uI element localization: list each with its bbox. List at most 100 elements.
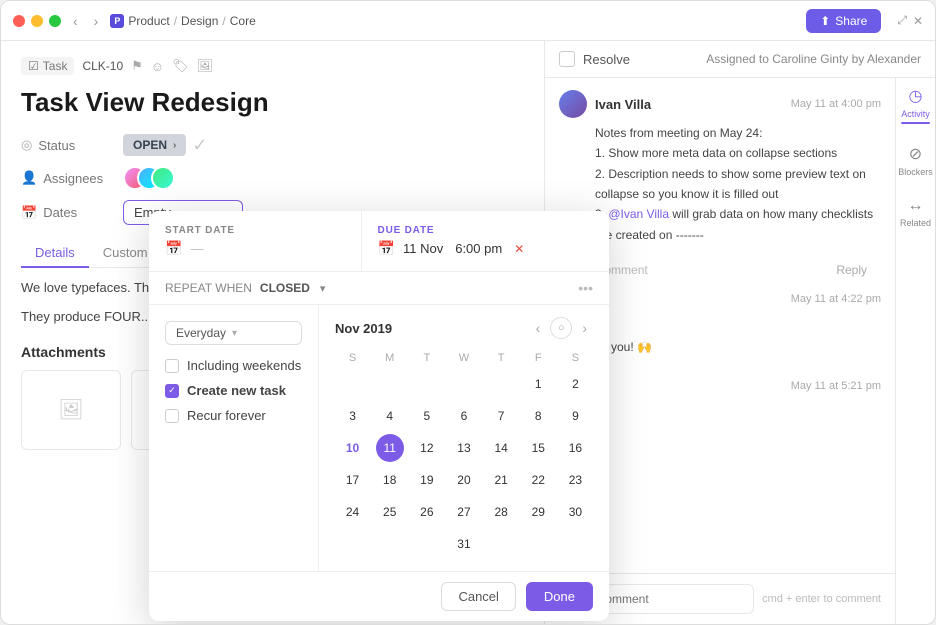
cal-grid-header: S M T W T F S xyxy=(335,349,593,369)
cal-due-value: 📅 11 Nov 6:00 pm ✕ xyxy=(378,240,593,257)
cal-day-31[interactable]: 31 xyxy=(450,530,478,558)
cal-day-9[interactable]: 9 xyxy=(561,402,589,430)
breadcrumb-product[interactable]: Product xyxy=(128,14,169,28)
cal-day-empty xyxy=(413,370,441,398)
cal-day-21[interactable]: 21 xyxy=(487,466,515,494)
close-button[interactable] xyxy=(13,15,25,27)
task-tag: ☑ Task xyxy=(21,57,74,75)
expand-button[interactable]: ⤢ xyxy=(897,13,907,28)
cal-day-28[interactable]: 28 xyxy=(487,498,515,526)
status-badge[interactable]: OPEN › xyxy=(123,134,186,156)
cal-day-8[interactable]: 8 xyxy=(524,402,552,430)
cal-day-empty xyxy=(413,530,441,558)
sidebar-toggle-button[interactable]: ✕ xyxy=(913,13,923,28)
cal-day-27[interactable]: 27 xyxy=(450,498,478,526)
cal-day-19[interactable]: 19 xyxy=(413,466,441,494)
repeat-dropdown-icon[interactable]: ▾ xyxy=(320,282,326,295)
flag-icon[interactable]: ⚑ xyxy=(131,58,143,74)
comment-1-avatar xyxy=(559,90,587,118)
reply-button[interactable]: Reply xyxy=(836,263,867,277)
cal-day-13[interactable]: 13 xyxy=(450,434,478,462)
cal-day-23[interactable]: 23 xyxy=(561,466,589,494)
cal-day-empty xyxy=(376,530,404,558)
cal-day-6[interactable]: 6 xyxy=(450,402,478,430)
dates-label: 📅 Dates xyxy=(21,205,111,221)
maximize-button[interactable] xyxy=(49,15,61,27)
cal-body: Everyday ▾ Including weekends ✓ Create n… xyxy=(149,305,609,571)
image-icon[interactable]: 🖼 xyxy=(197,58,214,74)
cal-freq-arrow-icon: ▾ xyxy=(232,328,237,339)
cal-day-empty xyxy=(524,530,552,558)
comment-1-intro: Notes from meeting on May 24: xyxy=(559,124,881,143)
cal-due-section: DUE DATE 📅 11 Nov 6:00 pm ✕ xyxy=(362,211,609,271)
resolve-label: Resolve xyxy=(583,52,630,67)
cal-day-5[interactable]: 5 xyxy=(413,402,441,430)
cal-day-11[interactable]: 11 xyxy=(376,434,404,462)
tag-icon[interactable]: 🏷 xyxy=(172,58,189,74)
cal-start-section: START DATE 📅 — xyxy=(149,211,362,271)
cal-day-22[interactable]: 22 xyxy=(524,466,552,494)
cal-day-empty xyxy=(487,530,515,558)
cal-day-24[interactable]: 24 xyxy=(339,498,367,526)
cal-day-3[interactable]: 3 xyxy=(339,402,367,430)
repeat-label: REPEAT WHEN xyxy=(165,281,252,295)
cal-prev-button[interactable]: ‹ xyxy=(530,317,547,339)
assigned-text: Assigned to Caroline Ginty by Alexander xyxy=(706,52,921,66)
cal-day-14[interactable]: 14 xyxy=(487,434,515,462)
tab-details[interactable]: Details xyxy=(21,239,89,268)
cal-day-25[interactable]: 25 xyxy=(376,498,404,526)
resolve-checkbox[interactable] xyxy=(559,51,575,67)
cal-next-button[interactable]: › xyxy=(576,317,593,339)
cal-day-26[interactable]: 26 xyxy=(413,498,441,526)
cal-footer: Cancel Done xyxy=(149,571,609,621)
recur-forever-checkbox[interactable] xyxy=(165,409,179,423)
attachment-1[interactable]: 🖼 xyxy=(21,370,121,450)
assignees-icon: 👤 xyxy=(21,170,37,186)
cal-start-icon: 📅 xyxy=(165,240,182,257)
cal-day-16[interactable]: 16 xyxy=(561,434,589,462)
cal-day-4[interactable]: 4 xyxy=(376,402,404,430)
avatar-3 xyxy=(151,166,175,190)
cal-due-icon: 📅 xyxy=(378,240,395,257)
sidebar-related[interactable]: ↔ Related xyxy=(900,197,931,228)
emoji-icon[interactable]: ☺ xyxy=(151,59,164,74)
cal-day-1[interactable]: 1 xyxy=(524,370,552,398)
task-id: CLK-10 xyxy=(82,59,123,73)
cal-day-20[interactable]: 20 xyxy=(450,466,478,494)
new-task-checkbox[interactable]: ✓ xyxy=(165,384,179,398)
cal-day-17[interactable]: 17 xyxy=(339,466,367,494)
cal-grid-days: 1 2 3 4 5 6 7 8 9 10 11 12 13 14 15 xyxy=(335,369,593,559)
cal-day-18[interactable]: 18 xyxy=(376,466,404,494)
back-button[interactable]: ‹ xyxy=(69,11,82,31)
minimize-button[interactable] xyxy=(31,15,43,27)
cal-start-label: START DATE xyxy=(165,225,345,236)
cal-option-new-task[interactable]: ✓ Create new task xyxy=(165,378,302,403)
forward-button[interactable]: › xyxy=(90,11,103,31)
cal-day-7[interactable]: 7 xyxy=(487,402,515,430)
cal-frequency-dropdown[interactable]: Everyday ▾ xyxy=(165,321,302,345)
assignee-avatars[interactable] xyxy=(123,166,171,190)
share-button[interactable]: ⬆ Share xyxy=(806,9,881,33)
breadcrumb-design[interactable]: Design xyxy=(181,14,218,28)
cal-option-recur-forever[interactable]: Recur forever xyxy=(165,403,302,428)
cal-day-15[interactable]: 15 xyxy=(524,434,552,462)
sidebar-activity[interactable]: ◷ Activity xyxy=(901,86,930,124)
cal-day-2[interactable]: 2 xyxy=(561,370,589,398)
comment-1-header: Ivan Villa May 11 at 4:00 pm xyxy=(559,90,881,118)
cal-today-button[interactable]: ○ xyxy=(550,317,572,339)
cal-options: Everyday ▾ Including weekends ✓ Create n… xyxy=(149,305,319,571)
done-button[interactable]: Done xyxy=(526,582,593,611)
breadcrumb-core[interactable]: Core xyxy=(230,14,256,28)
cal-clear-button[interactable]: ✕ xyxy=(514,242,524,256)
cal-day-12[interactable]: 12 xyxy=(413,434,441,462)
cal-day-30[interactable]: 30 xyxy=(561,498,589,526)
status-label: ◎ Status xyxy=(21,137,111,153)
cal-day-10[interactable]: 10 xyxy=(339,434,367,462)
weekends-checkbox[interactable] xyxy=(165,359,179,373)
cal-day-29[interactable]: 29 xyxy=(524,498,552,526)
cal-nav: Nov 2019 ‹ ○ › xyxy=(335,317,593,339)
sidebar-blockers[interactable]: ⊘ Blockers xyxy=(898,144,933,177)
repeat-more-button[interactable]: ••• xyxy=(578,280,593,296)
cal-option-weekends[interactable]: Including weekends xyxy=(165,353,302,378)
cancel-button[interactable]: Cancel xyxy=(441,582,515,611)
